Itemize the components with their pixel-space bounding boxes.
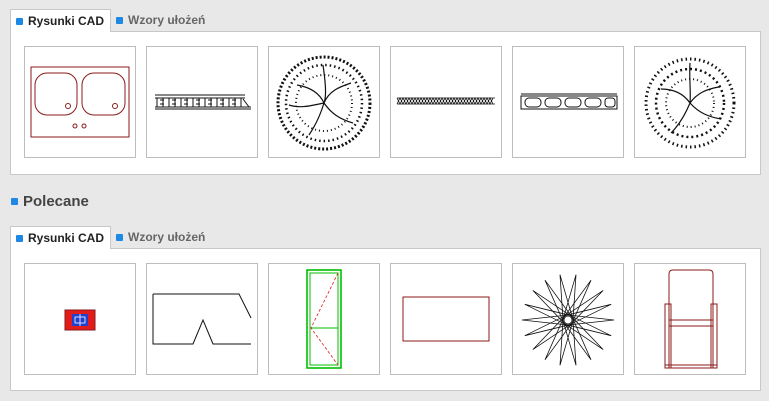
red-blue-element-drawing-icon xyxy=(64,309,96,331)
cad-drawings-panel xyxy=(10,31,761,175)
thumbnail-balustrade[interactable] xyxy=(146,46,258,158)
thumbnail-star-flower[interactable] xyxy=(512,263,624,375)
tab-rysunki-cad[interactable]: Rysunki CAD xyxy=(10,9,112,32)
tab-label: Rysunki CAD xyxy=(28,231,105,245)
bullet-icon xyxy=(116,16,124,24)
recommended-title: Polecane xyxy=(23,193,89,210)
bullet-icon xyxy=(16,234,23,242)
thumbnail-tree-2[interactable] xyxy=(634,46,746,158)
tab-label: Wzory ułożeń xyxy=(128,13,206,27)
double-sink-drawing-icon xyxy=(30,66,130,138)
top-tabs: Rysunki CAD Wzory ułożeń xyxy=(10,9,211,32)
tab-label: Wzory ułożeń xyxy=(128,230,206,244)
thumbnail-red-element[interactable] xyxy=(24,263,136,375)
green-door-drawing-icon xyxy=(306,269,342,369)
armchair-drawing-icon xyxy=(664,269,718,369)
recommended-tabs: Rysunki CAD Wzory ułożeń xyxy=(10,226,211,249)
bullet-icon xyxy=(11,198,18,205)
star-flower-drawing-icon xyxy=(521,274,615,366)
thumbnail-profile[interactable] xyxy=(146,263,258,375)
thumbnail-tree-1[interactable] xyxy=(268,46,380,158)
tab-wzory-ulozen[interactable]: Wzory ułożeń xyxy=(111,226,211,248)
chain-pattern-drawing-icon xyxy=(396,97,495,105)
tab-wzory-ulozen[interactable]: Wzory ułożeń xyxy=(111,9,211,31)
recommended-heading: Polecane xyxy=(11,193,89,210)
bullet-icon xyxy=(16,17,23,25)
tree-top-view-drawing-icon xyxy=(276,55,372,151)
rectangle-drawing-icon xyxy=(402,296,490,342)
profile-line-drawing-icon xyxy=(152,293,252,345)
thumbnail-rectangle[interactable] xyxy=(390,263,502,375)
tab-label: Rysunki CAD xyxy=(28,14,105,28)
recommended-drawings-panel xyxy=(10,248,761,391)
thumbnail-door[interactable] xyxy=(268,263,380,375)
hollow-block-section-drawing-icon xyxy=(520,93,618,110)
thumbnail-hollow-block[interactable] xyxy=(512,46,624,158)
bullet-icon xyxy=(116,233,124,241)
thumbnail-armchair[interactable] xyxy=(634,263,746,375)
thumbnail-chain[interactable] xyxy=(390,46,502,158)
balustrade-elevation-drawing-icon xyxy=(155,94,251,110)
thumbnail-double-sink[interactable] xyxy=(24,46,136,158)
tab-rysunki-cad[interactable]: Rysunki CAD xyxy=(10,226,112,249)
tree-top-view-drawing-icon xyxy=(644,57,736,149)
